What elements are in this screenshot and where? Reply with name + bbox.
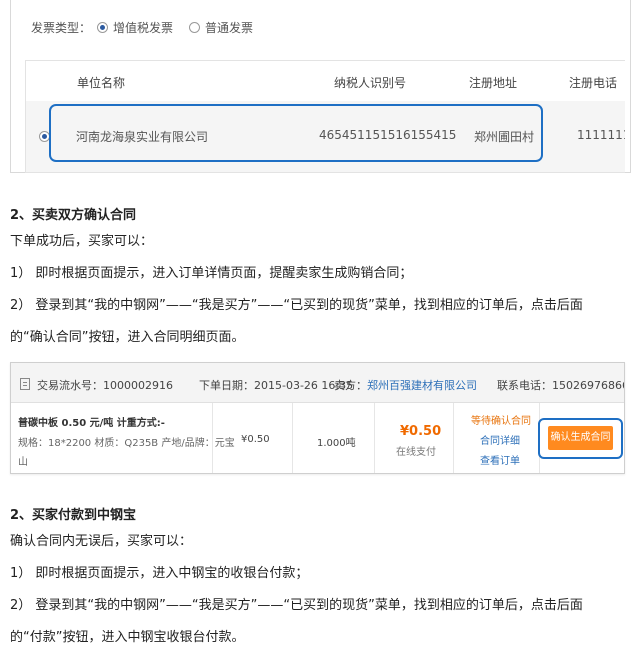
contact-phone: 联系电话：15026976866 xyxy=(497,377,625,393)
divider xyxy=(453,403,454,473)
section2-intro: 确认合同内无误后，买家可以： xyxy=(10,534,193,549)
radio-normal-label[interactable]: 普通发票 xyxy=(205,19,253,36)
radio-vat-invoice[interactable]: 增值税发票 xyxy=(97,19,173,36)
col-phone: 注册电话 xyxy=(569,76,618,90)
product-specs-line2: 山 xyxy=(18,457,28,468)
section1-intro: 下单成功后，买家可以： xyxy=(10,234,154,249)
section1-step1: 1） 即时根据页面提示，进入订单详情页面，提醒卖家生成购销合同； xyxy=(10,266,413,281)
invoice-type-label: 发票类型： xyxy=(31,21,92,35)
view-order-link[interactable]: 查看订单 xyxy=(480,452,520,467)
serial-label: 交易流水号： xyxy=(37,379,103,392)
divider xyxy=(212,403,213,473)
order-panel: 交易流水号：1000002916 下单日期：2015-03-26 16:35 卖… xyxy=(10,362,625,474)
col-tax-id: 纳税人识别号 xyxy=(334,76,407,90)
radio-unchecked-icon[interactable] xyxy=(189,22,201,33)
status-badge: 等待确认合同 xyxy=(471,416,531,427)
order-row: 普碳中板 0.50 元/吨 计重方式:- 规格：18*2200 材质：Q235B… xyxy=(11,403,624,473)
radio-normal-invoice[interactable]: 普通发票 xyxy=(189,19,253,36)
section2-step2-line2: 的“付款”按钮，进入中钢宝收银台付款。 xyxy=(10,630,245,645)
product-specs-line1: 规格：18*2200 材质：Q235B 产地/品牌：元宝 xyxy=(18,438,235,449)
seller: 卖方：郑州百强建材有限公司 xyxy=(334,377,477,393)
phone-label: 联系电话： xyxy=(497,379,552,392)
cell-phone: 1111111 xyxy=(577,128,625,142)
quantity: 1.000吨 xyxy=(317,438,356,449)
order-header: 交易流水号：1000002916 下单日期：2015-03-26 16:35 卖… xyxy=(11,363,624,403)
radio-checked-icon[interactable] xyxy=(97,22,109,33)
divider xyxy=(374,403,375,473)
order-date: 下单日期：2015-03-26 16:35 xyxy=(199,377,353,393)
product-title: 普碳中板 0.50 元/吨 计重方式:- xyxy=(18,418,165,429)
order-date-label: 下单日期： xyxy=(199,379,254,392)
highlight-box xyxy=(49,104,543,162)
phone-value: 15026976866 xyxy=(552,379,625,392)
invoice-type-selector: 发票类型： 增值税发票 普通发票 xyxy=(31,19,263,36)
col-company-name: 单位名称 xyxy=(77,76,126,90)
section1-step2-line1: 2） 登录到其“我的中钢网”——“我是买方”——“已买到的现货”菜单，找到相应的… xyxy=(10,298,583,313)
seller-label: 卖方： xyxy=(334,379,367,392)
radio-vat-label[interactable]: 增值税发票 xyxy=(113,19,173,36)
total-price: ¥0.50 xyxy=(400,424,442,439)
highlight-box xyxy=(538,418,623,459)
section1-step2-line2: 的“确认合同”按钮，进入合同明细页面。 xyxy=(10,330,245,345)
payment-method: 在线支付 xyxy=(396,447,436,458)
col-address: 注册地址 xyxy=(469,76,518,90)
document-icon xyxy=(20,378,30,393)
unit-price: ¥0.50 xyxy=(241,434,270,445)
table-header: 单位名称 纳税人识别号 注册地址 注册电话 xyxy=(26,61,625,101)
serial-value: 1000002916 xyxy=(103,379,173,392)
serial-number: 交易流水号：1000002916 xyxy=(37,377,173,393)
section1-heading: 2、买卖双方确认合同 xyxy=(10,208,137,223)
contract-detail-link[interactable]: 合同详细 xyxy=(480,432,520,447)
section2-heading: 2、买家付款到中钢宝 xyxy=(10,508,137,523)
section2-step1: 1） 即时根据页面提示，进入中钢宝的收银台付款； xyxy=(10,566,309,581)
section2-step2-line1: 2） 登录到其“我的中钢网”——“我是买方”——“已买到的现货”菜单，找到相应的… xyxy=(10,598,583,613)
divider xyxy=(292,403,293,473)
seller-link[interactable]: 郑州百强建材有限公司 xyxy=(367,379,477,392)
